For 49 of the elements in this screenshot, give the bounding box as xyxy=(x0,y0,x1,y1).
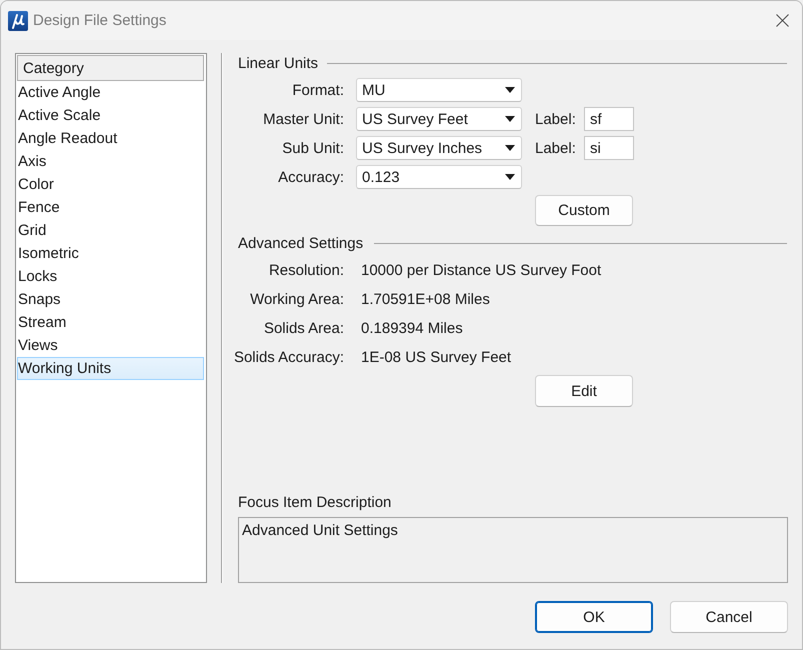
category-item[interactable]: Locks xyxy=(17,265,204,288)
custom-button[interactable]: Custom xyxy=(535,195,633,226)
field-label: Format: xyxy=(292,82,344,98)
setting-value: 1.70591E+08 Miles xyxy=(361,291,490,308)
ok-button[interactable]: OK xyxy=(535,601,653,633)
dropdown[interactable]: MU xyxy=(356,78,522,102)
setting-value: 10000 per Distance US Survey Foot xyxy=(361,262,602,279)
category-item[interactable]: Grid xyxy=(17,219,204,242)
setting-label: Resolution: xyxy=(268,262,344,279)
caret-icon xyxy=(505,145,515,151)
field-label: Accuracy: xyxy=(278,168,344,186)
dropdown[interactable]: US Survey Feet xyxy=(356,107,522,131)
caret-icon xyxy=(505,116,515,122)
window-title: Design File Settings xyxy=(33,12,166,29)
dropdown[interactable]: 0.123 xyxy=(356,165,522,189)
category-item[interactable]: Color xyxy=(17,173,204,196)
edit-button[interactable]: Edit xyxy=(535,375,633,407)
text-field[interactable]: sf xyxy=(584,107,634,131)
category-item[interactable]: Stream xyxy=(17,311,204,334)
setting-value: 1E-08 US Survey Feet xyxy=(361,349,512,366)
section-title: Focus Item Description xyxy=(238,494,392,510)
setting-label: Solids Accuracy: xyxy=(234,349,344,366)
section-title: Advanced Settings xyxy=(238,234,364,252)
caret-icon xyxy=(505,174,515,180)
setting-label: Working Area: xyxy=(250,291,344,308)
category-item[interactable]: Views xyxy=(17,334,204,357)
category-item[interactable]: Snaps xyxy=(17,288,204,311)
field-label: Sub Unit: xyxy=(282,140,344,156)
field-label: Label: xyxy=(535,140,576,156)
close-icon[interactable] xyxy=(776,14,789,27)
category-item[interactable]: Isometric xyxy=(17,242,204,265)
category-item[interactable]: Active Angle xyxy=(17,81,204,104)
category-item[interactable]: Working Units xyxy=(17,357,204,380)
description-text: Advanced Unit Settings xyxy=(242,522,398,539)
cancel-button[interactable]: Cancel xyxy=(670,601,788,633)
category-item[interactable]: Fence xyxy=(17,196,204,219)
caret-icon xyxy=(505,87,515,93)
category-item[interactable]: Axis xyxy=(17,150,204,173)
section-title: Linear Units xyxy=(238,54,318,72)
setting-value: 0.189394 Miles xyxy=(361,320,463,337)
field-label: Label: xyxy=(535,110,576,128)
category-item[interactable]: Active Scale xyxy=(17,104,204,127)
column-header[interactable]: Category xyxy=(17,55,204,81)
app-logo-icon xyxy=(8,10,28,30)
category-item[interactable]: Angle Readout xyxy=(17,127,204,150)
field-label: Master Unit: xyxy=(263,110,344,128)
text-field[interactable]: si xyxy=(584,136,634,160)
dropdown[interactable]: US Survey Inches xyxy=(356,136,522,160)
setting-label: Solids Area: xyxy=(264,320,344,337)
